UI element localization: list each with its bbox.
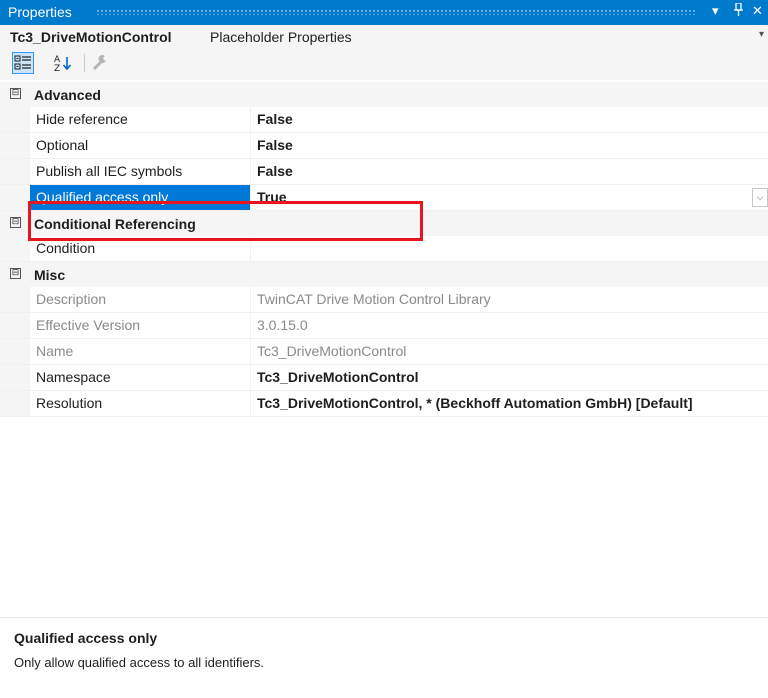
category-misc[interactable]: ⊟ Misc [0,262,768,287]
categorized-button[interactable] [12,52,34,74]
property-name: Optional [36,137,89,153]
collapse-icon[interactable]: ⊟ [10,268,21,279]
chevron-down-icon: ⌵ [756,192,764,202]
property-value[interactable]: TwinCAT Drive Motion Control Library [250,287,768,312]
property-row-namespace[interactable]: Namespace Tc3_DriveMotionControl [0,365,768,391]
collapse-icon[interactable]: ⊟ [10,88,21,99]
property-name: Publish all IEC symbols [36,163,183,179]
value-dropdown-button[interactable]: ⌵ [752,188,768,207]
title-bar-grip[interactable] [96,9,696,15]
description-title: Qualified access only [14,630,158,646]
row-margin [0,107,30,132]
property-pages-button[interactable] [90,52,112,74]
property-name: Namespace [36,369,111,385]
chevron-down-icon[interactable]: ▾ [759,29,764,40]
property-value[interactable]: True [250,185,768,210]
row-margin [0,339,30,364]
properties-toolbar: A Z [0,48,768,80]
property-row-qualified-access-only[interactable]: Qualified access only True ⌵ [0,185,768,211]
row-margin [0,133,30,158]
property-value[interactable]: Tc3_DriveMotionControl [250,365,768,390]
categorized-icon [14,55,31,70]
property-row-effective-version[interactable]: Effective Version 3.0.15.0 [0,313,768,339]
property-name: Name [36,343,74,359]
property-name: Effective Version [36,317,141,333]
pin-icon[interactable] [734,2,743,19]
property-value[interactable]: Tc3_DriveMotionControl, * (Beckhoff Auto… [250,391,768,416]
property-name: Description [36,291,107,307]
object-type: Placeholder Properties [210,29,352,45]
property-grid: ⊟ Advanced Hide reference False Optional… [0,82,768,417]
property-name: Resolution [36,395,103,411]
description-text: Only allow qualified access to all ident… [14,655,265,670]
property-row-optional[interactable]: Optional False [0,133,768,159]
property-row-resolution[interactable]: Resolution Tc3_DriveMotionControl, * (Be… [0,391,768,417]
property-row-name[interactable]: Name Tc3_DriveMotionControl [0,339,768,365]
pin-glyph [734,2,743,16]
property-name: Qualified access only [30,185,250,210]
category-conditional-referencing[interactable]: ⊟ Conditional Referencing [0,211,768,236]
row-margin [0,287,30,312]
window-menu-dropdown-icon[interactable]: ▾ [712,3,719,19]
row-margin [0,365,30,390]
property-name: Condition [36,240,96,256]
category-label: Advanced [34,87,101,103]
properties-title-bar: Properties ▾ ✕ [0,0,768,25]
property-value[interactable]: False [250,107,768,132]
property-row-condition[interactable]: Condition [0,236,768,262]
row-margin [0,236,30,261]
object-name: Tc3_DriveMotionControl [10,29,172,45]
row-margin [0,185,30,210]
row-margin [0,391,30,416]
window-title: Properties [8,4,72,20]
wrench-icon [92,54,106,71]
close-icon[interactable]: ✕ [752,3,763,19]
property-row-description[interactable]: Description TwinCAT Drive Motion Control… [0,287,768,313]
object-selector[interactable]: Tc3_DriveMotionControl Placeholder Prope… [0,25,768,49]
property-value[interactable]: Tc3_DriveMotionControl [250,339,768,364]
category-advanced[interactable]: ⊟ Advanced [0,82,768,107]
row-margin [0,313,30,338]
property-row-hide-reference[interactable]: Hide reference False [0,107,768,133]
svg-text:Z: Z [54,64,60,74]
category-label: Misc [34,267,66,283]
toolbar-separator [84,54,85,72]
category-label: Conditional Referencing [34,216,196,232]
alphabetical-sort-icon: A Z [54,55,72,74]
property-value[interactable]: False [250,133,768,158]
collapse-icon[interactable]: ⊟ [10,217,21,228]
property-name: Hide reference [36,111,128,127]
row-margin [0,159,30,184]
property-value[interactable]: False [250,159,768,184]
alphabetical-button[interactable]: A Z [52,52,74,74]
property-value[interactable] [250,236,768,261]
property-value[interactable]: 3.0.15.0 [250,313,768,338]
description-panel: Qualified access only Only allow qualifi… [0,617,768,698]
property-row-publish-all-iec-symbols[interactable]: Publish all IEC symbols False [0,159,768,185]
